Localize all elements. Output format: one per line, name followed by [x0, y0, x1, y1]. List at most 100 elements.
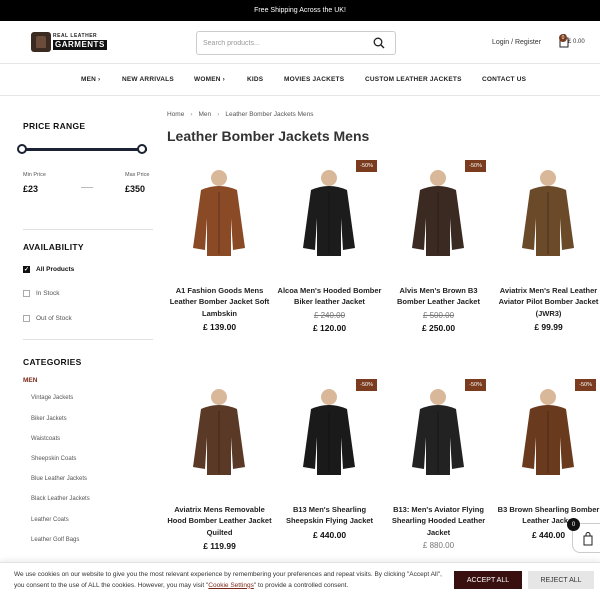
product-image[interactable]: -50%	[277, 160, 382, 270]
cart-total[interactable]: £ 0.00	[568, 39, 585, 45]
subcategory-item[interactable]: Biker Jackets	[31, 416, 67, 422]
product-name[interactable]: B13 Men's Shearling Sheepskin Flying Jac…	[277, 504, 382, 527]
nav-movies-jackets[interactable]: MOVIES JACKETS	[284, 76, 344, 83]
reject-all-button[interactable]: REJECT ALL	[528, 571, 594, 589]
product-name[interactable]: A1 Fashion Goods Mens Leather Bomber Jac…	[167, 285, 272, 319]
nav-women[interactable]: WOMEN ›	[194, 76, 225, 83]
product-old-price: £ 240.00	[313, 310, 346, 320]
availability-all-products[interactable]: ✓ All Products	[23, 266, 74, 273]
floating-cart-count: 0	[567, 518, 580, 531]
product-card[interactable]: Aviatrix Men's Real Leather Aviator Pilo…	[496, 160, 600, 332]
breadcrumb-current: Leather Bomber Jackets Mens	[225, 111, 314, 118]
filter-sidebar: PRICE RANGE Min Price Max Price £23 £350…	[17, 96, 153, 556]
logo-line2: GARMENTS	[53, 40, 107, 50]
product-name[interactable]: Aviatrix Mens Removable Hood Bomber Leat…	[167, 504, 272, 538]
product-card[interactable]: -50% B3 Brown Shearling Bomber Leather Ja…	[496, 379, 600, 540]
jacket-image-icon	[303, 389, 355, 475]
jacket-image-icon	[412, 170, 464, 256]
product-image[interactable]: -50%	[386, 160, 491, 270]
accept-all-button[interactable]: ACCEPT ALL	[454, 571, 522, 589]
price-slider-min-handle[interactable]	[17, 144, 27, 154]
subcategory-item[interactable]: Black Leather Jackets	[31, 496, 90, 502]
subcategory-item[interactable]: Vintage Jackets	[31, 395, 73, 401]
product-name[interactable]: B13: Men's Aviator Flying Shearling Hood…	[386, 504, 491, 538]
max-price-value: £350	[125, 184, 146, 194]
logo-line1: REAL LEATHER	[53, 33, 98, 39]
site-header: REAL LEATHER GARMENTS Login / Register 0…	[0, 21, 600, 64]
discount-badge: -50%	[356, 160, 377, 172]
product-card[interactable]: A1 Fashion Goods Mens Leather Bomber Jac…	[167, 160, 272, 332]
jacket-image-icon	[522, 389, 574, 475]
price-range-dash	[81, 187, 93, 188]
product-image[interactable]: -50%	[496, 379, 600, 489]
chevron-right-icon: ›	[217, 111, 220, 118]
site-logo[interactable]: REAL LEATHER GARMENTS	[31, 31, 107, 53]
product-image[interactable]	[167, 379, 272, 489]
product-name[interactable]: Alvis Men's Brown B3 Bomber Leather Jack…	[386, 285, 491, 308]
search-input[interactable]	[197, 32, 367, 55]
product-image[interactable]: -50%	[277, 379, 382, 489]
availability-in-stock[interactable]: In Stock	[23, 290, 59, 297]
product-card[interactable]: -50% Alcoa Men's Hooded Bomber Biker leat…	[277, 160, 382, 333]
product-price: £ 880.00	[422, 540, 455, 550]
availability-title: AVAILABILITY	[23, 242, 84, 252]
min-price-value: £23	[23, 184, 39, 194]
subcategory-item[interactable]: Blue Leather Jackets	[31, 476, 87, 482]
subcategory-item[interactable]: Leather Golf Bags	[31, 537, 79, 543]
product-price: £ 120.00	[312, 322, 347, 333]
jacket-logo-icon	[31, 32, 51, 52]
price-slider-max-handle[interactable]	[137, 144, 147, 154]
breadcrumb: Home › Men › Leather Bomber Jackets Mens	[167, 111, 314, 118]
product-name[interactable]: Alcoa Men's Hooded Bomber Biker leather …	[277, 285, 382, 308]
product-name[interactable]: Aviatrix Men's Real Leather Aviator Pilo…	[496, 285, 600, 319]
breadcrumb-home[interactable]: Home	[167, 111, 184, 118]
nav-contact-us[interactable]: CONTACT US	[482, 76, 526, 83]
price-range-title: PRICE RANGE	[23, 121, 86, 131]
search-box	[196, 31, 396, 55]
divider	[23, 229, 153, 230]
nav-new-arrivals[interactable]: NEW ARRIVALS	[122, 76, 174, 83]
product-card[interactable]: -50% Alvis Men's Brown B3 Bomber Leather …	[386, 160, 491, 333]
shipping-banner: Free Shipping Across the UK!	[0, 0, 600, 21]
product-image[interactable]	[496, 160, 600, 270]
availability-out-of-stock[interactable]: Out of Stock	[23, 315, 72, 322]
product-price: £ 440.00	[312, 529, 347, 540]
product-old-price: £ 500.00	[422, 310, 455, 320]
price-slider-track[interactable]	[23, 148, 147, 151]
category-men[interactable]: MEN	[23, 377, 37, 384]
nav-custom-leather-jackets[interactable]: CUSTOM LEATHER JACKETS	[365, 76, 462, 83]
checkbox-checked-icon[interactable]: ✓	[23, 266, 30, 273]
login-register-link[interactable]: Login / Register	[492, 39, 541, 46]
product-card[interactable]: -50% B13 Men's Shearling Sheepskin Flying…	[277, 379, 382, 540]
search-icon[interactable]	[373, 37, 385, 49]
page-title: Leather Bomber Jackets Mens	[167, 128, 370, 144]
checkbox-icon[interactable]	[23, 290, 30, 297]
nav-kids[interactable]: KIDS	[247, 76, 263, 83]
breadcrumb-men[interactable]: Men	[199, 111, 212, 118]
cart-icon	[583, 532, 593, 546]
subcategory-item[interactable]: Sheepskin Coats	[31, 456, 76, 462]
jacket-image-icon	[193, 170, 245, 256]
jacket-image-icon	[522, 170, 574, 256]
subcategory-item[interactable]: Leather Coats	[31, 517, 69, 523]
product-image[interactable]: -50%	[386, 379, 491, 489]
product-card[interactable]: -50% B13: Men's Aviator Flying Shearling …	[386, 379, 491, 550]
min-price-label: Min Price	[23, 172, 46, 178]
cookie-text: We use cookies on our website to give yo…	[14, 571, 442, 589]
jacket-image-icon	[303, 170, 355, 256]
discount-badge: -50%	[356, 379, 377, 391]
cookie-settings-link[interactable]: Cookie Settings	[208, 582, 254, 589]
categories-title: CATEGORIES	[23, 357, 82, 367]
product-card[interactable]: Aviatrix Mens Removable Hood Bomber Leat…	[167, 379, 272, 551]
product-image[interactable]	[167, 160, 272, 270]
cookie-banner: We use cookies on our website to give yo…	[0, 562, 600, 600]
main-nav: MEN › NEW ARRIVALS WOMEN › KIDS MOVIES J…	[0, 64, 600, 96]
subcategory-item[interactable]: Waistcoats	[31, 436, 60, 442]
product-price: £ 139.00	[202, 321, 237, 332]
cart-count-badge: 0	[559, 34, 567, 42]
nav-men[interactable]: MEN ›	[81, 76, 100, 83]
discount-badge: -50%	[465, 379, 486, 391]
chevron-right-icon: ›	[190, 111, 193, 118]
checkbox-icon[interactable]	[23, 315, 30, 322]
jacket-image-icon	[412, 389, 464, 475]
